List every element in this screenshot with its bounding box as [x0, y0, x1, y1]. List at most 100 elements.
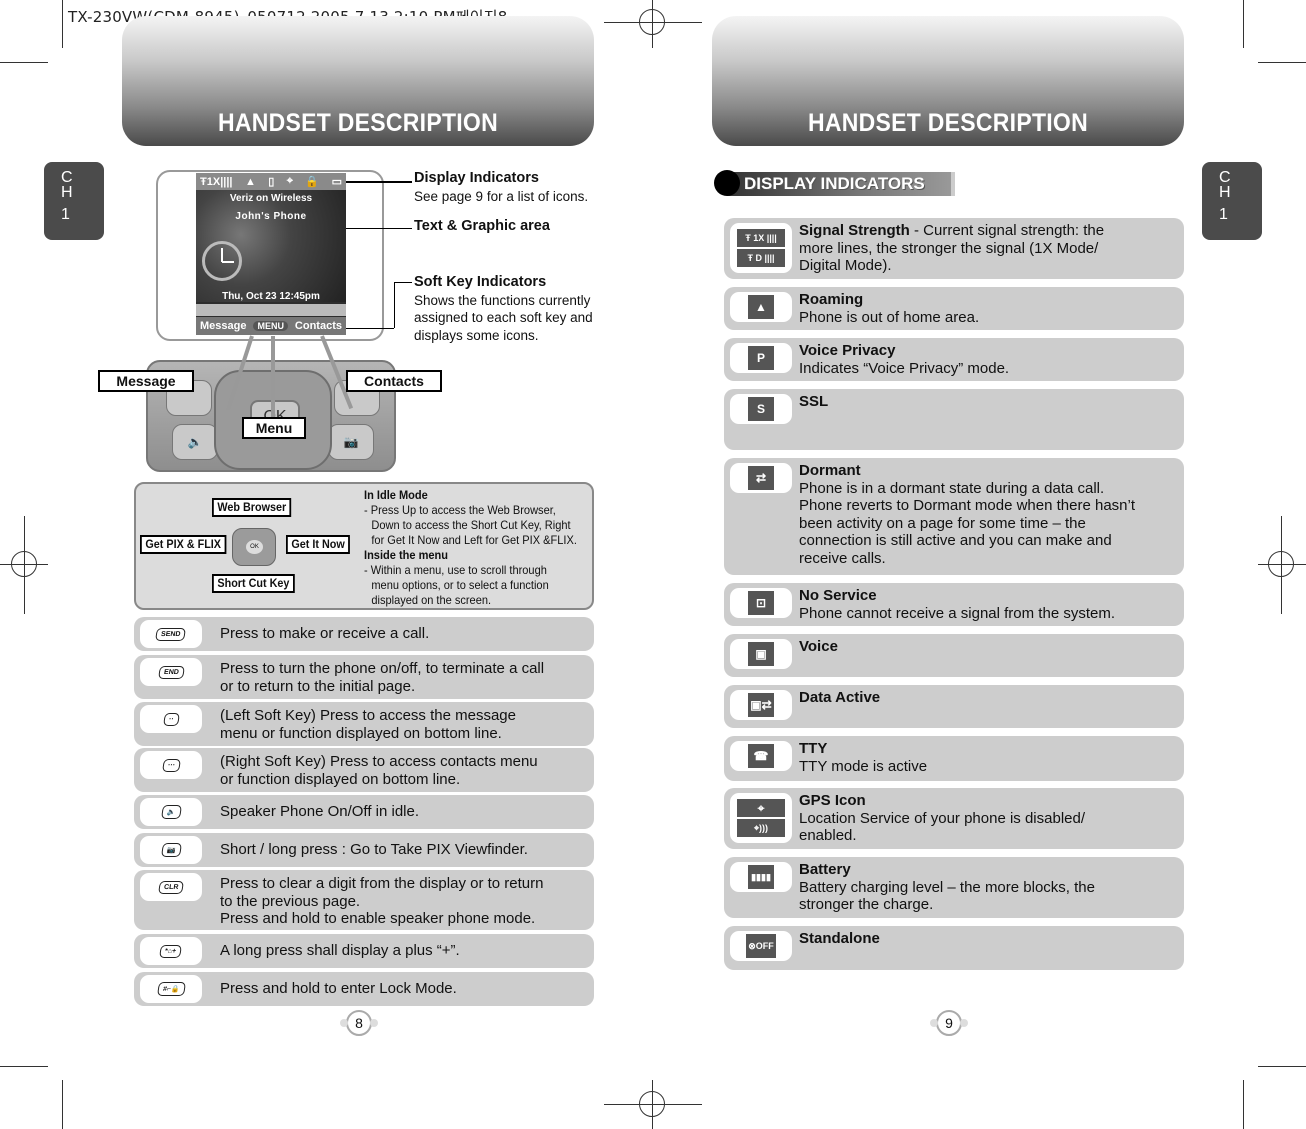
page-number-right: 9: [930, 1010, 968, 1036]
roaming-icon: ▲: [244, 175, 256, 188]
key-description-row: END Press to turn the phone on/off, to te…: [134, 655, 594, 699]
indicator-description: Roaming Phone is out of home area.: [799, 291, 1179, 326]
gps-icon-glyph: ⌖))): [737, 819, 785, 837]
description-line: stronger the charge.: [799, 896, 934, 913]
key-description-row: 🔈 Speaker Phone On/Off in idle.: [134, 795, 594, 829]
registration-circle: [1268, 551, 1294, 577]
indicator-row: ▣ Voice: [724, 634, 1184, 677]
instruction-line: displayed on the screen.: [371, 593, 492, 607]
tty-icon-glyph: ☎: [748, 744, 774, 768]
leader-line: [346, 228, 412, 229]
crop-mark: [62, 1080, 63, 1129]
standalone-icon-glyph: ⊗OFF: [746, 934, 776, 958]
lcd-status-bar: Ŧ1X|||| ▲ ▯ ⌖ 🔒 ▭: [196, 173, 346, 190]
lcd-icon-row: [196, 304, 346, 316]
nav-label-down: Short Cut Key: [212, 574, 295, 593]
leader-line: [346, 181, 412, 183]
indicator-description: Dormant Phone is in a dormant state durin…: [799, 462, 1179, 567]
data-active-icon-glyph: ▣⇄: [748, 693, 774, 717]
owner-name: John's Phone: [235, 211, 307, 222]
description-line: or function displayed on bottom line.: [220, 770, 461, 788]
chapter-label: CH: [1219, 169, 1231, 201]
left-soft-key-icon: ··: [140, 705, 202, 733]
star-key-glyph: *⌂+: [159, 944, 183, 958]
right-soft-key-icon: ···: [140, 751, 202, 779]
instruction-line: Down to access the Short Cut Key, Right: [371, 518, 571, 532]
indicator-row: Ŧ 1X |||| Ŧ D |||| Signal Strength - Curre…: [724, 218, 1184, 279]
key-description: Press to turn the phone on/off, to termi…: [220, 660, 544, 695]
nav-instructions: In Idle Mode - Press Up to access the We…: [364, 488, 577, 608]
indicator-description: Data Active: [799, 689, 1179, 707]
voice-icon: ▯: [268, 176, 275, 188]
navigation-key-panel: Web Browser Get PIX & FLIX Get It Now Sh…: [134, 482, 594, 610]
right-chapter-tab: CH 1: [1202, 162, 1262, 240]
key-description-row: 📷 Short / long press : Go to Take PIX Vie…: [134, 833, 594, 867]
soft-key-menu: MENU: [253, 321, 288, 331]
location-icon: ⌖: [286, 175, 293, 187]
description-line: been activity on a page for some time – …: [799, 514, 1086, 532]
indicator-title: Signal Strength: [799, 222, 910, 239]
description-line: Digital Mode).: [799, 257, 892, 274]
callout-title: Soft Key Indicators: [414, 274, 547, 290]
label-message: Message: [98, 370, 194, 392]
camera-key[interactable]: 📷: [328, 424, 374, 460]
indicator-title: No Service: [799, 587, 877, 604]
left-header-title: HANDSET DESCRIPTION: [218, 109, 498, 137]
left-chapter-tab: CH 1: [44, 162, 104, 240]
signal-strength-icon: Ŧ 1X |||| Ŧ D ||||: [730, 223, 792, 273]
tty-icon: ☎: [730, 741, 792, 771]
key-description-row: ·· (Left Soft Key) Press to access the me…: [134, 702, 594, 746]
send-key-icon: SEND: [140, 620, 202, 648]
indicator-description: Standalone: [799, 930, 1179, 948]
lock-icon: 🔒: [305, 176, 320, 188]
chapter-label: CH: [61, 169, 73, 201]
signal-strength-icon-glyph: Ŧ 1X ||||: [737, 229, 785, 247]
indicator-description: No Service Phone cannot receive a signal …: [799, 587, 1179, 622]
instruction-line: - Within a menu, use to scroll through: [364, 563, 547, 577]
chapter-number: 1: [61, 206, 70, 223]
instruction-line: - Press Up to access the Web Browser,: [364, 503, 556, 517]
crop-mark: [1258, 1066, 1306, 1067]
key-description: Press to clear a digit from the display …: [220, 875, 543, 928]
crop-mark: [0, 62, 48, 63]
key-description-row: *⌂+ A long press shall display a plus “+”…: [134, 934, 594, 968]
key-description-row: SEND Press to make or receive a call.: [134, 617, 594, 651]
description-line: to the previous page.: [220, 892, 361, 910]
soft-key-message: Message: [200, 320, 247, 332]
battery-icon: ▭: [331, 176, 342, 188]
description-line: Location Service of your phone is disabl…: [799, 809, 1086, 827]
callout-desc: assigned to each soft key and: [414, 310, 593, 325]
indicator-title: GPS Icon: [799, 792, 866, 809]
crop-mark: [0, 1066, 48, 1067]
indicator-description: Signal Strength - Current signal strengt…: [799, 222, 1179, 275]
section-bullet: [714, 170, 740, 196]
indicator-row: ⊡ No Service Phone cannot receive a signal…: [724, 583, 1184, 626]
indicator-row: ⌖ ⌖))) GPS Icon Location Service of your ph…: [724, 788, 1184, 849]
indicator-row: ☎ TTY TTY mode is active: [724, 736, 1184, 781]
voice-icon: ▣: [730, 639, 792, 669]
key-description: Short / long press : Go to Take PIX View…: [220, 841, 528, 859]
instruction-line: for Get It Now and Left for Get PIX &FLI…: [371, 533, 577, 547]
speaker-key[interactable]: 🔈: [172, 424, 218, 460]
section-title: DISPLAY INDICATORS: [744, 174, 925, 193]
end-key-icon: END: [140, 658, 202, 686]
no-service-icon: ⊡: [730, 588, 792, 618]
date-time: Thu, Oct 23 12:45pm: [222, 291, 320, 302]
indicator-title: SSL: [799, 393, 829, 410]
callout-desc: Shows the functions currently: [414, 292, 591, 308]
key-description-row: CLR Press to clear a digit from the displ…: [134, 870, 594, 930]
callout-title: Text & Graphic area: [414, 218, 550, 234]
description-line: Phone is in a dormant state during a dat…: [799, 479, 1105, 497]
key-description: Press and hold to enter Lock Mode.: [220, 980, 457, 998]
description-line: receive calls.: [799, 549, 886, 567]
pound-key-glyph: #⌐🔒: [156, 982, 186, 996]
indicator-row: ▮▮▮▮ Battery Battery charging level – the …: [724, 857, 1184, 918]
inside-menu-heading: Inside the menu: [364, 548, 449, 562]
indicator-row: ⊗OFF Standalone: [724, 926, 1184, 970]
dpad-icon: OK: [232, 528, 276, 566]
battery-icon-glyph: ▮▮▮▮: [748, 865, 774, 889]
idle-mode-heading: In Idle Mode: [364, 488, 428, 502]
crop-mark: [1243, 1080, 1244, 1129]
gps-icon-glyph: ⌖: [737, 799, 785, 817]
voice-icon-glyph: ▣: [748, 642, 774, 666]
